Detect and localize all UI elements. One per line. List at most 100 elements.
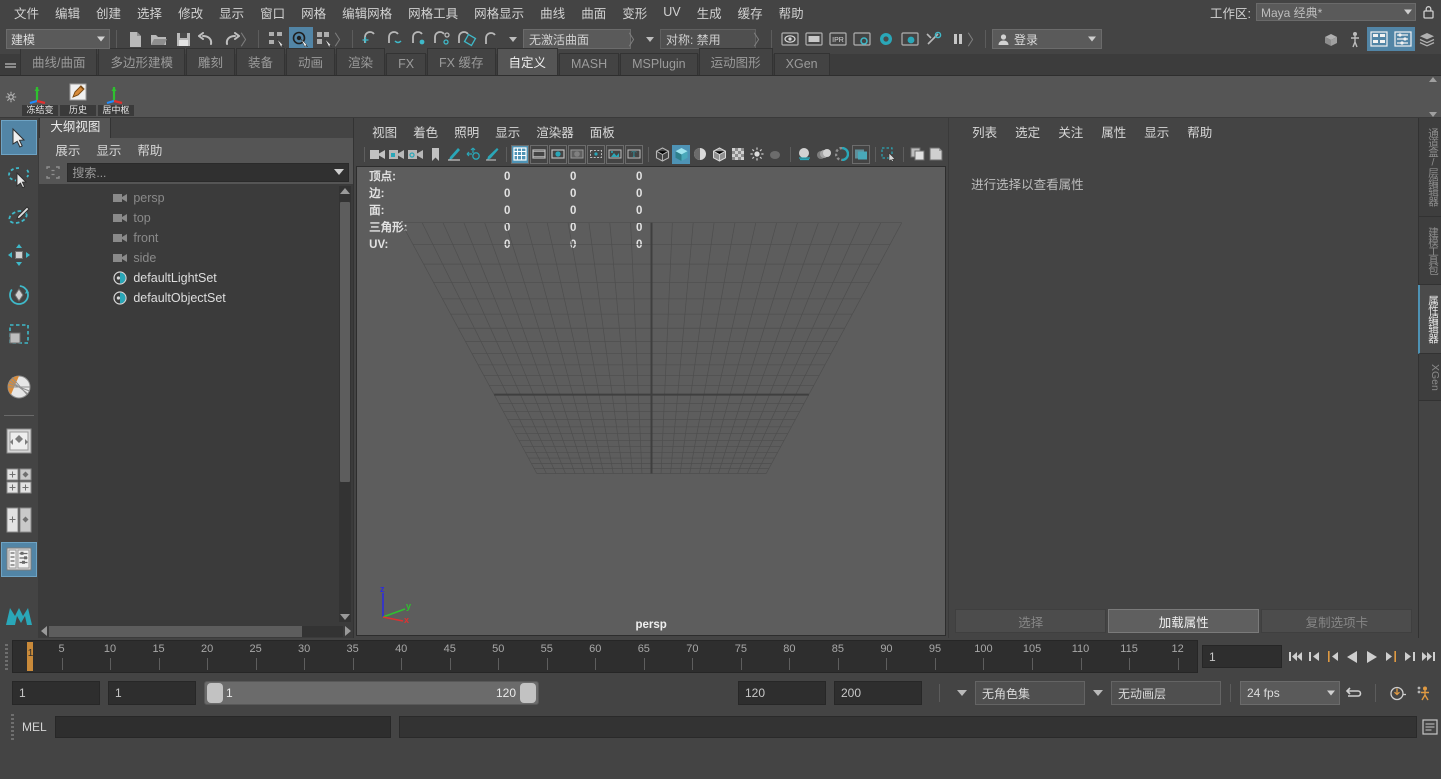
smooth-shade-icon[interactable] (672, 145, 690, 164)
bookmark-icon[interactable] (426, 145, 444, 164)
viewport-menu-show[interactable]: 显示 (487, 120, 528, 143)
modeling-toolkit-button[interactable] (1319, 27, 1343, 51)
outliner-menu-display[interactable]: 显示 (88, 138, 129, 161)
snap-options-chevron-icon[interactable] (509, 37, 517, 42)
menu-edit-mesh[interactable]: 编辑网格 (334, 1, 400, 24)
vtab-modeling-toolkit[interactable]: 建模工具包 (1418, 217, 1441, 286)
outliner-menu-help[interactable]: 帮助 (129, 138, 170, 161)
camera-attributes-icon[interactable] (407, 145, 425, 164)
live-surface-field[interactable]: 无激活曲面 (523, 29, 631, 49)
select-tool-button[interactable] (1, 120, 37, 155)
outliner-item-defaultlightset[interactable]: defaultLightSet (39, 268, 353, 288)
field-chart-icon[interactable] (587, 145, 605, 164)
character-set-chevron-icon[interactable] (957, 690, 967, 696)
menu-curves[interactable]: 曲线 (532, 1, 573, 24)
viewport-menu-lighting[interactable]: 照明 (446, 120, 487, 143)
command-language-label[interactable]: MEL (18, 720, 55, 734)
shelf-grip-icon[interactable] (0, 53, 20, 75)
shelf-tab-fx[interactable]: FX (386, 53, 426, 75)
shelf-tab-motion-graphics[interactable]: 运动图形 (699, 48, 773, 75)
select-camera-icon[interactable] (369, 145, 387, 164)
ae-select-button[interactable]: 选择 (955, 609, 1106, 633)
pane-toggle-icon[interactable] (908, 145, 926, 164)
panel-toggle-icon[interactable] (927, 145, 945, 164)
outliner-horizontal-scrollbar[interactable] (39, 624, 353, 638)
shelf-item-delete-history[interactable]: 历史 (60, 78, 96, 116)
outliner-persp-layout-button[interactable] (1, 542, 37, 577)
grease-pencil-icon[interactable] (445, 145, 463, 164)
ae-copy-tab-button[interactable]: 复制选项卡 (1261, 609, 1412, 633)
shelf-tab-xgen[interactable]: XGen (774, 53, 830, 75)
human-ik-button[interactable] (1343, 27, 1367, 51)
shelf-tab-msplugin[interactable]: MSPlugin (620, 53, 698, 75)
playback-loop-button[interactable] (1340, 681, 1366, 705)
use-all-lights-icon[interactable] (748, 145, 766, 164)
outliner-tree[interactable]: persp top front side defaultLightSet (39, 184, 353, 624)
toolbar-collapse-handle-3[interactable]: 〉 (631, 28, 640, 50)
range-end-handle[interactable] (520, 683, 536, 703)
channel-box-button[interactable] (1367, 27, 1391, 51)
auto-keyframe-button[interactable] (1385, 681, 1411, 705)
toolbar-collapse-handle-2[interactable]: 〉 (337, 28, 346, 50)
outliner-item-front[interactable]: front (39, 228, 353, 248)
shelf-tab-rendering[interactable]: 渲染 (336, 48, 385, 75)
four-pane-layout-button[interactable] (1, 463, 37, 498)
outliner-item-side[interactable]: side (39, 248, 353, 268)
viewport-menu-panels[interactable]: 面板 (582, 120, 623, 143)
render-view-button[interactable] (898, 27, 922, 51)
shelf-scroll-arrows[interactable] (1427, 77, 1439, 117)
character-set-field[interactable]: 无角色集 (975, 681, 1085, 705)
resolution-gate-icon[interactable] (549, 145, 567, 164)
menu-mesh-display[interactable]: 网格显示 (466, 1, 532, 24)
ae-menu-selected[interactable]: 选定 (1006, 120, 1049, 143)
texture-icon[interactable] (729, 145, 747, 164)
time-slider[interactable]: 1 51015202530354045505560657075808590951… (12, 640, 1198, 673)
menu-set-dropdown[interactable]: 建模 (6, 29, 110, 49)
menu-create[interactable]: 创建 (88, 1, 129, 24)
layers-button[interactable] (1415, 27, 1439, 51)
ipr-render-button[interactable]: IPR (826, 27, 850, 51)
go-to-start-button[interactable] (1286, 646, 1304, 668)
ae-menu-list[interactable]: 列表 (963, 120, 1006, 143)
move-tool-button[interactable] (1, 238, 37, 273)
viewport-menu-renderer[interactable]: 渲染器 (528, 120, 582, 143)
step-forward-key-button[interactable] (1400, 646, 1418, 668)
single-pane-layout-button[interactable] (1, 424, 37, 459)
symmetry-chevron-icon[interactable] (646, 37, 654, 42)
snap-to-curve-button[interactable] (383, 27, 407, 51)
shelf-tab-mash[interactable]: MASH (559, 53, 619, 75)
range-slider-bar[interactable]: 1 120 (204, 681, 539, 705)
vtab-attribute-editor[interactable]: 属性编辑器 (1418, 285, 1441, 354)
render-current-frame-button[interactable] (778, 27, 802, 51)
grid-toggle-icon[interactable] (511, 145, 529, 164)
menu-modify[interactable]: 修改 (170, 1, 211, 24)
outliner-item-persp[interactable]: persp (39, 188, 353, 208)
ao-icon[interactable] (795, 145, 813, 164)
shelf-options-icon[interactable] (0, 76, 22, 118)
sketch-icon[interactable] (483, 145, 501, 164)
menu-surfaces[interactable]: 曲面 (573, 1, 614, 24)
chevron-down-icon[interactable] (334, 169, 344, 175)
animation-end-field[interactable]: 200 (834, 681, 922, 705)
render-setup-button[interactable] (922, 27, 946, 51)
time-slider-grip[interactable] (0, 638, 12, 675)
workspace-dropdown[interactable]: Maya 经典* (1256, 3, 1416, 21)
shelf-tab-animation[interactable]: 动画 (286, 48, 335, 75)
range-end-field[interactable]: 120 (738, 681, 826, 705)
shelf-tab-polygons[interactable]: 多边形建模 (98, 48, 185, 75)
viewport-canvas[interactable]: 顶点: 0 0 0 边: 0 0 0 面: (356, 166, 946, 636)
toolbar-collapse-handle-5[interactable]: 〉 (970, 28, 979, 50)
2d-pan-zoom-icon[interactable] (464, 145, 482, 164)
menu-deform[interactable]: 变形 (614, 1, 655, 24)
film-gate-icon[interactable] (530, 145, 548, 164)
lock-camera-icon[interactable] (388, 145, 406, 164)
isolate-select-icon[interactable] (880, 145, 898, 164)
range-start-handle[interactable] (207, 683, 223, 703)
outliner-menu-show-all[interactable]: 展示 (47, 138, 88, 161)
shelf-tab-custom[interactable]: 自定义 (497, 48, 559, 75)
range-start-field[interactable]: 1 (108, 681, 196, 705)
safe-title-icon[interactable]: T (625, 145, 643, 164)
play-forwards-button[interactable] (1362, 646, 1380, 668)
viewport-menu-view[interactable]: 视图 (364, 120, 405, 143)
last-tool-used-button[interactable] (1, 370, 37, 405)
